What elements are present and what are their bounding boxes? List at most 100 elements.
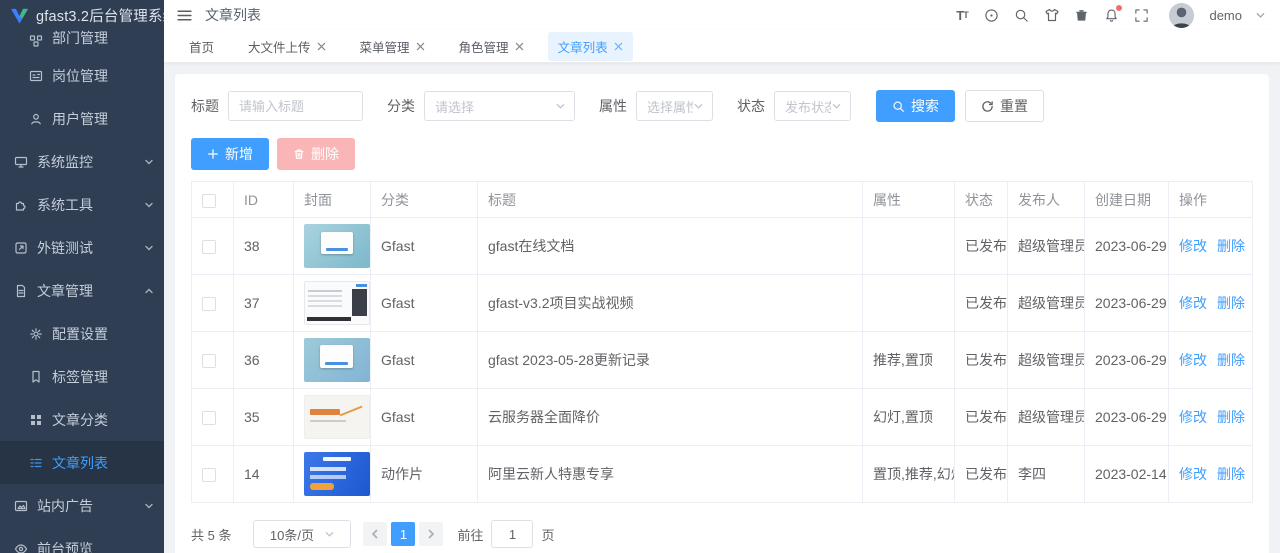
sidebar-item-tools[interactable]: 系统工具 <box>0 183 164 226</box>
close-icon[interactable] <box>416 42 425 51</box>
delete-link[interactable]: 删除 <box>1217 466 1245 482</box>
sidebar-item-tags[interactable]: 标签管理 <box>0 355 164 398</box>
delete-link[interactable]: 删除 <box>1217 409 1245 425</box>
search-icon[interactable] <box>1013 7 1030 24</box>
edit-link[interactable]: 修改 <box>1179 409 1207 425</box>
username[interactable]: demo <box>1209 8 1242 23</box>
header-publisher: 发布人 <box>1007 181 1085 218</box>
header-cover: 封面 <box>293 181 371 218</box>
cell-attribute <box>862 274 955 332</box>
sidebar: gfast3.2后台管理系统 部门管理 岗位管理 用户管理 系统监控 系统工具 … <box>0 0 164 553</box>
sidebar-item-label: 文章分类 <box>52 411 108 428</box>
page-number-1[interactable]: 1 <box>391 522 416 546</box>
delete-button[interactable]: 删除 <box>277 138 355 170</box>
fullscreen-icon[interactable] <box>1133 7 1150 24</box>
sidebar-item-post[interactable]: 岗位管理 <box>0 54 164 97</box>
delete-link[interactable]: 删除 <box>1217 295 1245 311</box>
cell-publisher: 超级管理员 <box>1007 388 1085 446</box>
trash-icon[interactable] <box>1073 7 1090 24</box>
row-checkbox[interactable] <box>202 411 216 426</box>
select-placeholder: 发布状态 <box>785 99 831 115</box>
title-filter-input[interactable] <box>228 91 363 121</box>
cover-thumbnail[interactable] <box>304 395 370 439</box>
page-title: 文章列表 <box>205 7 261 23</box>
sidebar-item-front-preview[interactable]: 前台预览 <box>0 527 164 553</box>
header-operations: 操作 <box>1168 181 1253 218</box>
sidebar-item-site-ads[interactable]: 站内广告 <box>0 484 164 527</box>
close-icon[interactable] <box>317 42 326 51</box>
chevron-down-icon[interactable] <box>1255 10 1266 21</box>
reset-button[interactable]: 重置 <box>965 90 1044 122</box>
edit-link[interactable]: 修改 <box>1179 466 1207 482</box>
edit-link[interactable]: 修改 <box>1179 295 1207 311</box>
chevron-down-icon <box>144 501 154 511</box>
row-checkbox[interactable] <box>202 297 216 312</box>
sidebar-item-label: 站内广告 <box>37 497 93 514</box>
cell-title: gfast 2023-05-28更新记录 <box>477 331 863 389</box>
user-avatar[interactable] <box>1169 2 1195 28</box>
hamburger-menu-icon[interactable] <box>176 7 193 24</box>
tab-big-file-upload[interactable]: 大文件上传 <box>238 32 336 61</box>
goto-label: 前往 <box>457 527 484 543</box>
status-filter-select[interactable]: 发布状态 <box>774 91 851 121</box>
next-page-button[interactable] <box>419 522 444 546</box>
close-icon[interactable] <box>614 42 623 51</box>
record-circle-icon[interactable] <box>983 7 1000 24</box>
sidebar-item-article[interactable]: 文章管理 <box>0 269 164 312</box>
tab-role-management[interactable]: 角色管理 <box>449 32 534 61</box>
cell-id: 35 <box>233 388 294 446</box>
sidebar-item-config[interactable]: 配置设置 <box>0 312 164 355</box>
tab-article-list[interactable]: 文章列表 <box>547 31 633 61</box>
article-table: ID 封面 分类 标题 属性 状态 发布人 创建日期 操作 38 Gfast g… <box>191 181 1253 503</box>
close-icon[interactable] <box>515 42 524 51</box>
select-placeholder: 请选择 <box>435 99 475 115</box>
app-title: gfast3.2后台管理系统 <box>36 9 164 25</box>
cover-thumbnail[interactable] <box>304 281 370 325</box>
sidebar-item-external-link[interactable]: 外链测试 <box>0 226 164 269</box>
sidebar-item-user[interactable]: 用户管理 <box>0 97 164 140</box>
sidebar-item-article-category[interactable]: 文章分类 <box>0 398 164 441</box>
cell-id: 36 <box>233 331 294 389</box>
monitor-icon <box>14 155 28 169</box>
theme-tshirt-icon[interactable] <box>1043 7 1060 24</box>
chevron-down-icon <box>144 157 154 167</box>
header-created: 创建日期 <box>1084 181 1169 218</box>
row-checkbox[interactable] <box>202 240 216 255</box>
edit-link[interactable]: 修改 <box>1179 238 1207 254</box>
page-size-value: 10条/页 <box>269 527 314 543</box>
tab-home[interactable]: 首页 <box>179 32 224 61</box>
cell-status: 已发布 <box>954 274 1008 332</box>
cover-thumbnail[interactable] <box>304 338 370 382</box>
chevron-down-icon <box>144 200 154 210</box>
category-filter-select[interactable]: 请选择 <box>424 91 575 121</box>
select-all-checkbox[interactable] <box>202 193 216 208</box>
attribute-filter-select[interactable]: 选择属性 <box>636 91 713 121</box>
goto-page-input[interactable] <box>491 520 534 548</box>
cover-thumbnail[interactable] <box>304 452 370 496</box>
notification-bell-icon[interactable] <box>1103 4 1123 24</box>
delete-link[interactable]: 删除 <box>1217 238 1245 254</box>
tab-menu-management[interactable]: 菜单管理 <box>350 32 435 61</box>
font-size-icon[interactable]: TT <box>953 7 970 24</box>
delete-button-label: 删除 <box>311 146 339 162</box>
sidebar-item-label: 文章管理 <box>37 282 93 299</box>
select-placeholder: 选择属性 <box>647 99 693 115</box>
cell-created: 2023-06-29 <box>1084 217 1169 275</box>
edit-link[interactable]: 修改 <box>1179 352 1207 368</box>
delete-link[interactable]: 删除 <box>1217 352 1245 368</box>
prev-page-button[interactable] <box>363 522 388 546</box>
search-button[interactable]: 搜索 <box>876 90 955 122</box>
cell-status: 已发布 <box>954 217 1008 275</box>
row-checkbox[interactable] <box>202 468 216 483</box>
sidebar-item-monitor[interactable]: 系统监控 <box>0 140 164 183</box>
cell-id: 38 <box>233 217 294 275</box>
header-attribute: 属性 <box>862 181 955 218</box>
search-button-label: 搜索 <box>911 98 939 114</box>
row-checkbox[interactable] <box>202 354 216 369</box>
sidebar-item-label: 系统监控 <box>37 153 93 170</box>
sidebar-item-label: 外链测试 <box>37 239 93 256</box>
add-button[interactable]: 新增 <box>191 138 269 170</box>
cover-thumbnail[interactable] <box>304 224 370 268</box>
page-size-select[interactable]: 10条/页 <box>253 520 352 548</box>
sidebar-item-article-list[interactable]: 文章列表 <box>0 441 164 484</box>
